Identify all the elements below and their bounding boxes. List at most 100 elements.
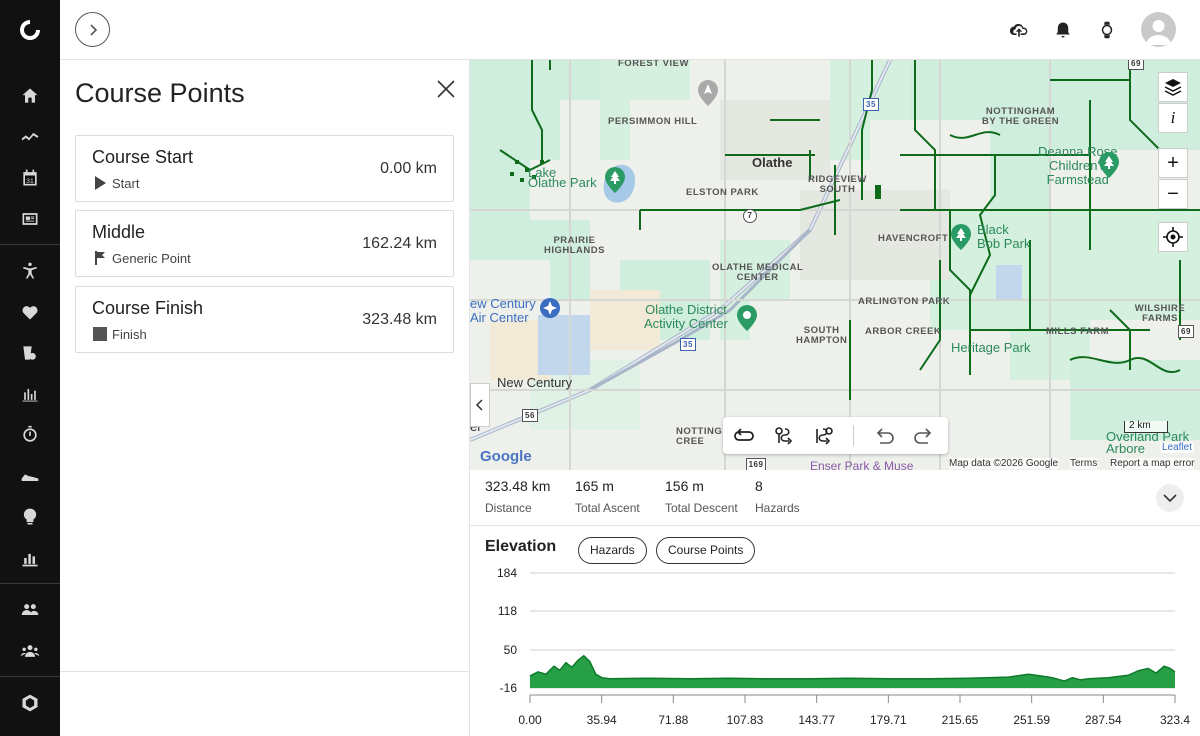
out-and-back-icon[interactable] — [773, 425, 795, 447]
badge-icon[interactable] — [0, 683, 60, 723]
elevation-chart[interactable]: 184 118 50 -16 0.00 35.94 71.88 107.83 143.77 179… — [470, 527, 1200, 736]
stat-hazards: 8 Hazards — [755, 478, 800, 515]
top-bar — [60, 0, 1200, 60]
stat-ascent: 165 m Total Ascent — [575, 478, 640, 515]
y-tick-label: -16 — [500, 681, 518, 695]
map-label: Olathe District Activity Center — [644, 302, 728, 331]
stopwatch-icon[interactable] — [0, 415, 60, 455]
terms-link[interactable]: Terms — [1070, 458, 1098, 469]
course-point-start[interactable]: Course Start Start 0.00 km — [75, 135, 454, 202]
expand-panel-button[interactable] — [75, 12, 110, 47]
map-label: PERSIMMON HILL — [608, 116, 698, 127]
insights-icon[interactable] — [0, 497, 60, 537]
avatar[interactable] — [1141, 12, 1176, 47]
loop-route-icon[interactable] — [733, 425, 755, 447]
close-icon[interactable] — [435, 78, 457, 100]
y-tick-label: 184 — [497, 566, 517, 580]
chevron-right-icon — [89, 23, 97, 36]
map-label: RIDGEVIEW SOUTH — [808, 174, 867, 195]
play-icon — [95, 176, 106, 190]
place-marker-icon[interactable] — [737, 305, 757, 331]
course-point-middle[interactable]: Middle Generic Point 162.24 km — [75, 210, 454, 277]
panel-divider — [60, 671, 470, 672]
map-label: WILSHIRE FARMS — [1134, 303, 1186, 324]
map-label: FOREST VIEW — [618, 60, 689, 69]
undo-icon[interactable] — [873, 425, 895, 447]
x-tick-label: 287.54 — [1085, 713, 1122, 727]
home-icon[interactable] — [0, 76, 60, 116]
collapse-stats-button[interactable] — [1156, 484, 1184, 512]
stat-value: 323.48 km — [485, 478, 551, 494]
calendar-icon[interactable]: 31 — [0, 158, 60, 198]
reports-icon[interactable] — [0, 538, 60, 578]
watch-icon[interactable] — [1095, 18, 1119, 42]
map-label: OLATHE MEDICAL CENTER — [712, 262, 804, 283]
highway-shield: 56 — [522, 409, 538, 422]
news-icon[interactable] — [0, 199, 60, 239]
bell-icon[interactable] — [1051, 18, 1075, 42]
x-tick-label: 143.77 — [798, 713, 835, 727]
map-tiles — [470, 60, 1200, 470]
shoe-icon[interactable] — [0, 456, 60, 496]
stats-icon[interactable] — [0, 374, 60, 414]
stat-distance: 323.48 km Distance — [485, 478, 550, 515]
chevron-left-icon — [475, 399, 483, 411]
fitness-icon[interactable] — [0, 251, 60, 291]
zoom-out-button[interactable]: − — [1158, 179, 1188, 209]
course-point-distance: 162.24 km — [362, 235, 437, 252]
flag-icon — [95, 251, 105, 265]
redo-icon[interactable] — [913, 425, 935, 447]
highway-shield: 69 — [1178, 325, 1194, 338]
panel-title: Course Points — [75, 78, 245, 108]
y-tick-label: 50 — [504, 643, 518, 657]
map[interactable]: FOREST VIEW PERSIMMON HILL NOTTINGHAM BY… — [470, 60, 1200, 470]
course-point-name: Course Start — [92, 147, 194, 167]
x-tick-label: 107.83 — [727, 713, 764, 727]
park-marker-icon[interactable] — [1099, 152, 1119, 178]
map-label: ARLINGTON PARK — [858, 296, 951, 307]
google-logo: Google — [480, 448, 532, 465]
groups-icon[interactable] — [0, 631, 60, 671]
x-tick-label: 251.59 — [1013, 713, 1050, 727]
locate-icon[interactable] — [1158, 222, 1188, 252]
course-point-type: Start — [112, 176, 140, 191]
stat-value: 156 m — [665, 478, 704, 494]
report-map-error-link[interactable]: Report a map error — [1110, 458, 1195, 469]
connections-icon[interactable] — [0, 590, 60, 630]
stat-value: 8 — [755, 478, 763, 494]
highway-shield: 35 — [863, 98, 879, 111]
reverse-route-icon[interactable] — [813, 425, 835, 447]
stat-label: Distance — [485, 501, 532, 515]
stat-label: Total Descent — [665, 501, 738, 515]
airport-marker-icon[interactable] — [540, 298, 560, 324]
map-label: PRAIRIE HIGHLANDS — [544, 235, 605, 256]
highway-shield: 35 — [680, 338, 696, 351]
x-tick-label: 71.88 — [658, 713, 688, 727]
park-marker-icon[interactable] — [605, 167, 625, 193]
layers-icon[interactable] — [1158, 72, 1188, 102]
info-button[interactable]: i — [1158, 103, 1188, 133]
x-tick-label: 35.94 — [587, 713, 617, 727]
map-label: SOUTH HAMPTON — [796, 325, 848, 346]
upload-icon[interactable] — [1007, 18, 1031, 42]
map-label: MILLS FARM — [1046, 326, 1110, 337]
course-points-panel: Course Points Course Start Start 0.00 km… — [60, 60, 470, 736]
park-marker-icon[interactable] — [951, 224, 971, 250]
collapse-panel-button[interactable] — [470, 383, 490, 427]
nutrition-icon[interactable] — [0, 333, 60, 373]
map-label: ew Century Air Center — [470, 296, 536, 325]
heart-icon[interactable] — [0, 292, 60, 332]
map-data-attribution: Map data ©2026 Google — [949, 458, 1059, 469]
activity-icon[interactable] — [0, 117, 60, 157]
zoom-in-button[interactable]: + — [1158, 148, 1188, 178]
x-tick-label: 179.71 — [870, 713, 907, 727]
course-point-name: Middle — [92, 222, 146, 242]
y-tick-label: 118 — [498, 604, 517, 618]
course-stats: 323.48 km Distance 165 m Total Ascent 15… — [470, 470, 1200, 526]
course-point-finish[interactable]: Course Finish Finish 323.48 km — [75, 286, 454, 353]
map-label: New Century — [497, 375, 573, 390]
leaflet-link[interactable]: Leaflet — [1160, 442, 1195, 453]
garmin-logo-icon[interactable] — [0, 0, 60, 60]
elevation-area — [530, 655, 1175, 688]
location-marker-icon[interactable] — [698, 80, 718, 106]
